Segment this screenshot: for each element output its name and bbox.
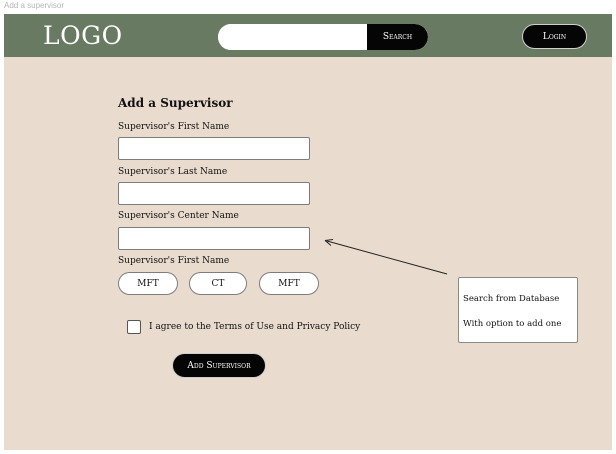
- login-button[interactable]: Login: [522, 24, 587, 49]
- first-name-field[interactable]: [118, 137, 310, 160]
- center-name-field[interactable]: [118, 227, 310, 250]
- center-name-label: Supervisor's Center Name: [118, 211, 239, 221]
- note-line-1: Search from Database: [463, 294, 560, 304]
- note-line-2: With option to add one: [463, 319, 562, 329]
- search-button[interactable]: Search: [367, 24, 428, 50]
- supervisor-type-label: Supervisor's First Name: [118, 256, 230, 266]
- terms-label: I agree to the Terms of Use and Privacy …: [149, 322, 361, 332]
- search-bar: Search: [218, 24, 428, 50]
- search-input[interactable]: [218, 24, 368, 50]
- type-option-mft-2[interactable]: MFT: [259, 272, 319, 295]
- last-name-label: Supervisor's Last Name: [118, 167, 228, 177]
- last-name-field[interactable]: [118, 182, 310, 205]
- annotation-note: Search from Database With option to add …: [458, 277, 578, 343]
- window-title: Add a supervisor: [4, 1, 65, 10]
- type-option-mft[interactable]: MFT: [118, 272, 178, 295]
- add-supervisor-button[interactable]: Add Supervisor: [172, 353, 266, 378]
- form-title: Add a Supervisor: [118, 96, 233, 110]
- logo[interactable]: LOGO: [43, 22, 123, 50]
- top-navbar: LOGO Search Login: [4, 14, 612, 57]
- type-option-ct[interactable]: CT: [189, 272, 247, 295]
- terms-checkbox[interactable]: [127, 320, 141, 334]
- wireframe-canvas: LOGO Search Login Add a Supervisor Super…: [4, 14, 612, 450]
- first-name-label: Supervisor's First Name: [118, 122, 230, 132]
